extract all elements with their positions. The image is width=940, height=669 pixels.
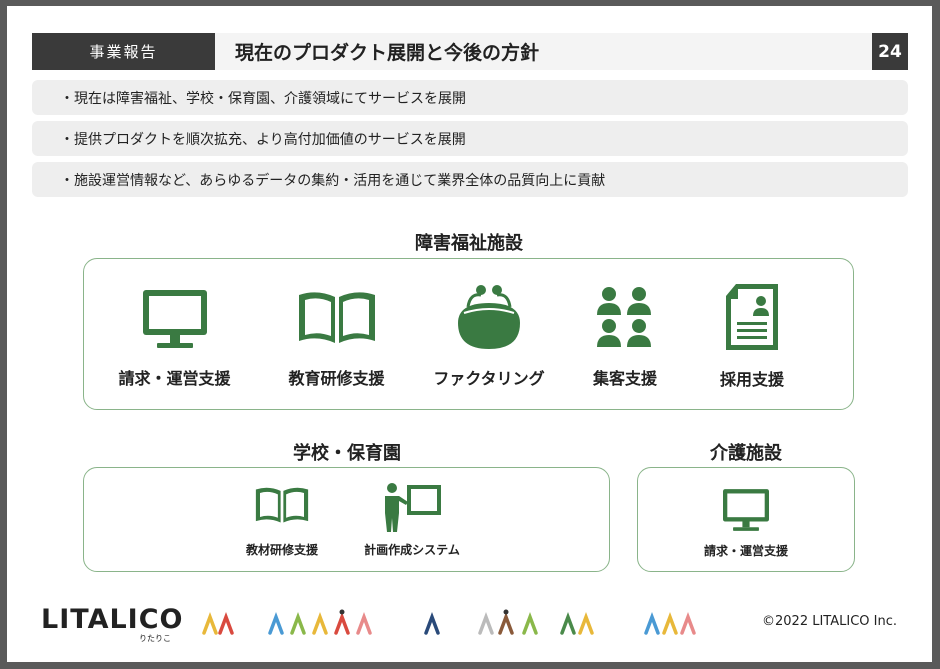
page-number: 24 xyxy=(872,33,908,70)
group-icon xyxy=(597,287,651,347)
service-recruitment: 集客支援 xyxy=(570,285,680,389)
section-title-disability: 障害福祉施設 xyxy=(415,233,523,254)
service-training: 教育研修支援 xyxy=(269,287,404,389)
litalico-logo: LITALICO xyxy=(41,604,184,635)
service-label: 集客支援 xyxy=(592,369,657,388)
service-label: 計画作成システム xyxy=(364,543,460,557)
section-title-school: 学校・保育園 xyxy=(293,443,401,464)
monitor-icon xyxy=(723,489,769,531)
presenter-icon xyxy=(385,483,441,532)
page-title: 現在のプロダクト展開と今後の方針 xyxy=(215,33,872,70)
resume-icon xyxy=(726,284,778,350)
panel-school xyxy=(83,467,610,572)
service-label: 採用支援 xyxy=(719,370,784,389)
service-label: 請求・運営支援 xyxy=(118,369,231,388)
category-label: 事業報告 xyxy=(32,33,215,70)
people-figures-icon xyxy=(202,609,696,635)
service-label: 請求・運営支援 xyxy=(703,544,788,558)
slide: 事業報告 現在のプロダクト展開と今後の方針 24 ・現在は障害福祉、学校・保育園… xyxy=(7,6,932,662)
bullet-1: ・現在は障害福祉、学校・保育園、介護領域にてサービスを展開 xyxy=(32,80,908,115)
service-billing: 請求・運営支援 xyxy=(107,287,242,389)
section-title-care: 介護施設 xyxy=(710,443,782,464)
service-factoring: ファクタリング xyxy=(419,283,559,389)
service-label: ファクタリング xyxy=(433,369,545,388)
service-materials: 教材研修支援 xyxy=(232,484,332,558)
coin-purse-icon xyxy=(458,285,520,349)
service-label: 教材研修支援 xyxy=(245,543,318,557)
service-care-billing: 請求・運営支援 xyxy=(687,487,805,559)
bullet-3: ・施設運営情報など、あらゆるデータの集約・活用を通じて業界全体の品質向上に貢献 xyxy=(32,162,908,197)
service-planning: 計画作成システム xyxy=(352,482,472,558)
service-label: 教育研修支援 xyxy=(288,369,385,388)
litalico-logo-sub: りたりこ xyxy=(139,634,171,643)
book-icon xyxy=(255,487,309,523)
bullet-2: ・提供プロダクトを順次拡充、より高付加価値のサービスを展開 xyxy=(32,121,908,156)
service-hiring: 採用支援 xyxy=(697,282,807,390)
copyright-text: ©2022 LITALICO Inc. xyxy=(762,614,897,629)
book-icon xyxy=(298,292,375,343)
monitor-icon xyxy=(142,290,207,348)
